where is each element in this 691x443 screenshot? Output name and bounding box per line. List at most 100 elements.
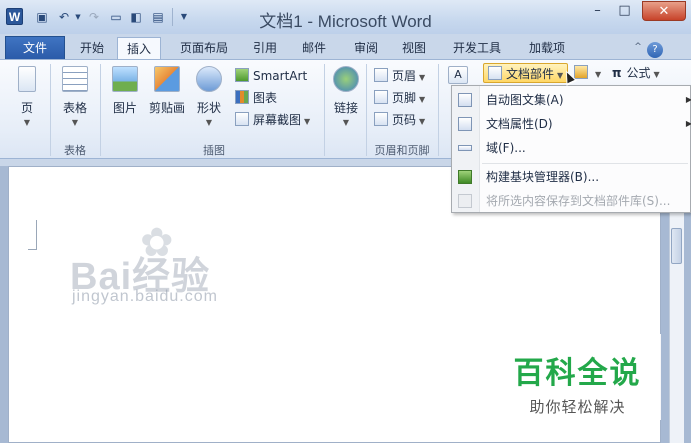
page-number-label: 页码 (392, 113, 417, 127)
chart-label: 图表 (253, 91, 278, 105)
tab-references[interactable]: 引用 (245, 37, 285, 60)
watermark-url: jingyan.baidu.com (72, 288, 218, 305)
tab-addins[interactable]: 加载项 (520, 37, 574, 60)
collapse-ribbon-icon[interactable]: ^ (632, 42, 644, 54)
margin-corner-mark (28, 220, 37, 250)
menu-item-label: 构建基块管理器(B)... (486, 170, 600, 184)
group-separator (324, 64, 325, 156)
header-button[interactable]: 页眉 ▼ (374, 66, 425, 86)
links-label: 链接 (333, 101, 358, 115)
screenshot-label: 屏幕截图 (253, 113, 302, 127)
footer-button[interactable]: 页脚 ▼ (374, 88, 425, 108)
chevron-down-icon: ▼ (653, 70, 660, 79)
chevron-down-icon: ▼ (205, 118, 213, 127)
chart-icon (235, 90, 249, 104)
tab-view[interactable]: 视图 (393, 37, 435, 60)
chevron-down-icon: ▼ (419, 117, 426, 126)
clipart-label: 剪贴画 (148, 101, 185, 115)
clipart-button[interactable]: 剪贴画 (146, 66, 188, 116)
menu-item-field[interactable]: 域(F)... (452, 137, 690, 159)
textbox-icon: A (448, 66, 468, 84)
table-icon (62, 66, 88, 92)
group-separator (100, 64, 101, 156)
picture-button[interactable]: 图片 (108, 66, 142, 116)
group-separator (50, 64, 51, 156)
menu-item-label: 将所选内容保存到文档部件库(S)... (486, 194, 671, 208)
tab-developer[interactable]: 开发工具 (444, 37, 510, 60)
screenshot-button[interactable]: 屏幕截图 ▼ (235, 110, 310, 130)
field-icon (458, 145, 472, 151)
title-bar: W ▣ ↶ ▼ ↷ ▭ ◧ ▤ ▼ 文档1 - Microsoft Word –… (0, 0, 691, 34)
menu-item-document-property[interactable]: 文档属性(D) ▶ (452, 113, 691, 135)
equation-button[interactable]: π 公式 ▼ (612, 63, 660, 83)
wordart-button[interactable]: ▼ (574, 63, 601, 83)
tab-home[interactable]: 开始 (71, 37, 113, 60)
tab-page-layout[interactable]: 页面布局 (168, 37, 240, 60)
brand-subtitle: 助你轻松解决 (529, 398, 626, 416)
smartart-icon (235, 68, 249, 82)
submenu-arrow-icon: ▶ (685, 119, 691, 128)
autotext-icon (458, 93, 472, 107)
document-property-icon (458, 117, 472, 131)
picture-label: 图片 (112, 101, 137, 115)
document-parts-icon (488, 66, 502, 80)
page-number-button[interactable]: 页码 ▼ (374, 110, 425, 130)
shapes-label: 形状 (196, 101, 221, 115)
header-label: 页眉 (392, 69, 417, 83)
pages-label: 页 (20, 101, 33, 115)
tab-insert[interactable]: 插入 (117, 37, 161, 61)
menu-item-label: 文档属性(D) (486, 117, 553, 131)
chevron-down-icon: ▼ (419, 73, 426, 82)
tab-file[interactable]: 文件 (5, 36, 65, 60)
document-parts-menu: 自动图文集(A) ▶ 文档属性(D) ▶ 域(F)... 构建基块管理器(B).… (451, 85, 691, 213)
table-label: 表格 (62, 101, 87, 115)
chevron-down-icon: ▼ (304, 117, 311, 126)
menu-item-autotext[interactable]: 自动图文集(A) ▶ (452, 89, 691, 111)
group-label-table: 表格 (64, 144, 86, 157)
building-blocks-icon (458, 170, 472, 184)
document-parts-label: 文档部件 (506, 67, 555, 81)
wordart-icon (574, 65, 588, 79)
brand-watermark: 百科全说 助你轻松解决 (494, 334, 661, 420)
screenshot-icon (235, 112, 249, 126)
tab-mailings[interactable]: 邮件 (294, 37, 334, 60)
picture-icon (112, 66, 138, 92)
equation-label: 公式 (626, 66, 651, 80)
page-icon (18, 66, 36, 92)
ribbon-tab-row: 文件 开始 插入 页面布局 引用 邮件 审阅 视图 开发工具 加载项 ^ ? (0, 34, 691, 61)
chevron-down-icon: ▼ (23, 118, 31, 127)
save-selection-icon (458, 194, 472, 208)
smartart-button[interactable]: SmartArt (235, 66, 307, 86)
clipart-icon (154, 66, 180, 92)
links-button[interactable]: 链接 ▼ (329, 66, 363, 127)
menu-item-building-blocks[interactable]: 构建基块管理器(B)... (452, 166, 690, 188)
smartart-label: SmartArt (253, 69, 308, 83)
chart-button[interactable]: 图表 (235, 88, 277, 108)
menu-item-label: 域(F)... (486, 141, 526, 155)
submenu-arrow-icon: ▶ (685, 95, 691, 104)
footer-icon (374, 90, 388, 104)
pi-icon: π (612, 66, 622, 80)
footer-label: 页脚 (392, 91, 417, 105)
help-icon[interactable]: ? (647, 42, 663, 58)
chevron-down-icon: ▼ (595, 70, 602, 79)
group-separator (438, 64, 439, 156)
menu-item-label: 自动图文集(A) (486, 93, 564, 107)
brand-title: 百科全说 (513, 356, 642, 391)
tab-review[interactable]: 审阅 (345, 37, 387, 60)
close-button[interactable]: ✕ (642, 1, 686, 21)
table-button[interactable]: 表格 ▼ (58, 66, 92, 127)
page-number-icon (374, 112, 388, 126)
pages-button[interactable]: 页 ▼ (12, 66, 42, 127)
shapes-icon (196, 66, 222, 92)
shapes-button[interactable]: 形状 ▼ (192, 66, 226, 127)
group-label-header-footer: 页眉和页脚 (374, 144, 430, 157)
minimize-button[interactable]: – (584, 1, 611, 21)
restore-button[interactable]: □ (611, 1, 638, 21)
document-parts-button[interactable]: 文档部件 ▼ (483, 63, 569, 83)
scrollbar-thumb[interactable] (671, 228, 682, 264)
chevron-down-icon: ▼ (342, 118, 350, 127)
header-icon (374, 68, 388, 82)
group-label-illustrations: 插图 (203, 144, 225, 157)
menu-separator (482, 163, 688, 164)
